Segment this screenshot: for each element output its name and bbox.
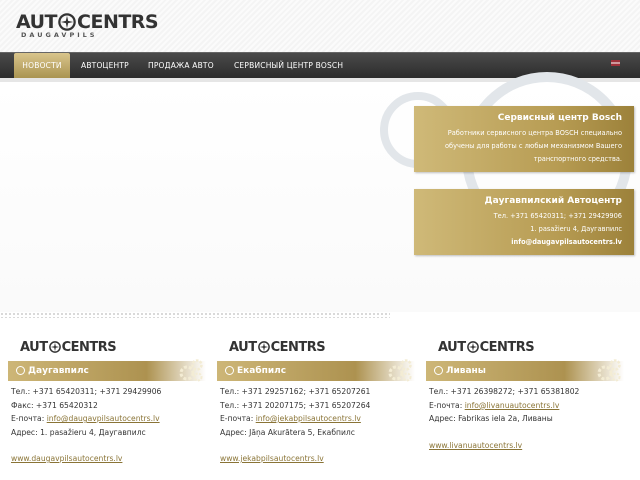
site-logo[interactable]: AUT CENTRS DAUGAVPILS xyxy=(16,11,159,39)
branch-city: Даугавпилс xyxy=(28,366,89,376)
branch-livani: AUT CENTRS Ливаны Тел.: +371 26398272; +… xyxy=(426,338,624,452)
email-line: E-почта: info@jekabpilsautocentrs.lv xyxy=(220,414,361,423)
branch-heading: Екабпилс xyxy=(217,359,415,382)
address-line: Адрес: Jāņa Akurātera 5, Екабпилс xyxy=(220,427,355,437)
email-line: E-почта: info@daugavpilsautocentrs.lv xyxy=(11,414,160,423)
steering-wheel-icon xyxy=(466,341,479,353)
logo-text-right: CENTRS xyxy=(77,11,159,33)
branch-logo: AUT CENTRS xyxy=(438,339,535,355)
branch-logo: AUT CENTRS xyxy=(229,339,326,355)
steering-wheel-icon xyxy=(257,341,270,353)
language-flag-icon[interactable] xyxy=(611,60,620,66)
website-link[interactable]: www.livanuautocentrs.lv xyxy=(429,441,522,450)
branch-jekabpils: AUT CENTRS Екабпилс Тел.: +371 29257162;… xyxy=(217,338,415,466)
website-link[interactable]: www.jekabpilsautocentrs.lv xyxy=(220,454,324,463)
phone-line: Тел.: +371 26398272; +371 65381802 xyxy=(429,387,580,396)
nav-item-car-sales[interactable]: ПРОДАЖА АВТО xyxy=(148,53,214,79)
branch-daugavpils: AUT CENTRS Даугавпилс Тел.: +371 6542031… xyxy=(8,338,206,466)
branch-city: Екабпилс xyxy=(237,366,287,376)
email-line: E-почта: info@livanuautocentrs.lv xyxy=(429,400,560,410)
wheel-icon xyxy=(434,366,443,375)
gear-decoration-icon xyxy=(597,359,621,382)
wheel-icon xyxy=(16,366,25,375)
phone-line: Тел.: +371 65420311; +371 29429906 xyxy=(11,387,162,396)
logo-text-left: AUT xyxy=(16,11,58,33)
gear-decoration-icon xyxy=(388,359,412,382)
address-line: Адрес: 1. pasažieru 4, Даугавпилс xyxy=(11,427,146,437)
email-link[interactable]: info@jekabpilsautocentrs.lv xyxy=(256,414,361,423)
wheel-icon xyxy=(225,366,234,375)
branch-logo: AUT CENTRS xyxy=(20,339,117,355)
nav-item-bosch-service[interactable]: СЕРВИСНЫЙ ЦЕНТР BOSCH xyxy=(234,53,343,79)
branch-heading: Ливаны xyxy=(426,359,624,382)
phone-line: Тел.: +371 29257162; +371 65207261 xyxy=(220,387,371,396)
card-text: Работники сервисного центра BOSCH специа… xyxy=(444,129,622,163)
branch-info: Тел.: +371 29257162; +371 65207261 Тел.:… xyxy=(217,385,415,466)
branch-city: Ливаны xyxy=(446,366,486,376)
card-address: 1. pasažieru 4, Даугавпилс xyxy=(530,225,622,233)
gear-decoration-icon xyxy=(179,359,203,382)
card-email: info@daugavpilsautocentrs.lv xyxy=(511,238,622,246)
steering-wheel-icon xyxy=(58,13,76,31)
email-link[interactable]: info@livanuautocentrs.lv xyxy=(465,401,560,410)
fax-line: Факс: +371 65420312 xyxy=(11,400,98,410)
phone-line: Тел.: +371 20207175; +371 65207264 xyxy=(220,400,371,410)
nav-item-autocenter[interactable]: АВТОЦЕНТР xyxy=(81,53,129,79)
address-line: Адрес: Fabrikas iela 2a, Ливаны xyxy=(429,414,553,423)
card-title: Даугавпилский Автоцентр xyxy=(484,196,622,206)
dotted-divider xyxy=(0,312,390,318)
autocenter-card[interactable]: Даугавпилский Автоцентр Тел. +371 654203… xyxy=(414,189,634,255)
bosch-service-card[interactable]: Сервисный центр Bosch Работники сервисно… xyxy=(414,106,634,172)
branch-info: Тел.: +371 26398272; +371 65381802 E-поч… xyxy=(426,385,624,452)
card-title: Сервисный центр Bosch xyxy=(497,113,622,123)
steering-wheel-icon xyxy=(48,341,61,353)
nav-item-news[interactable]: НОВОСТИ xyxy=(14,53,70,79)
email-link[interactable]: info@daugavpilsautocentrs.lv xyxy=(47,414,160,423)
website-link[interactable]: www.daugavpilsautocentrs.lv xyxy=(11,454,122,463)
branch-info: Тел.: +371 65420311; +371 29429906 Факс:… xyxy=(8,385,206,466)
branch-heading: Даугавпилс xyxy=(8,359,206,382)
card-phone: Тел. +371 65420311; +371 29429906 xyxy=(493,212,622,220)
